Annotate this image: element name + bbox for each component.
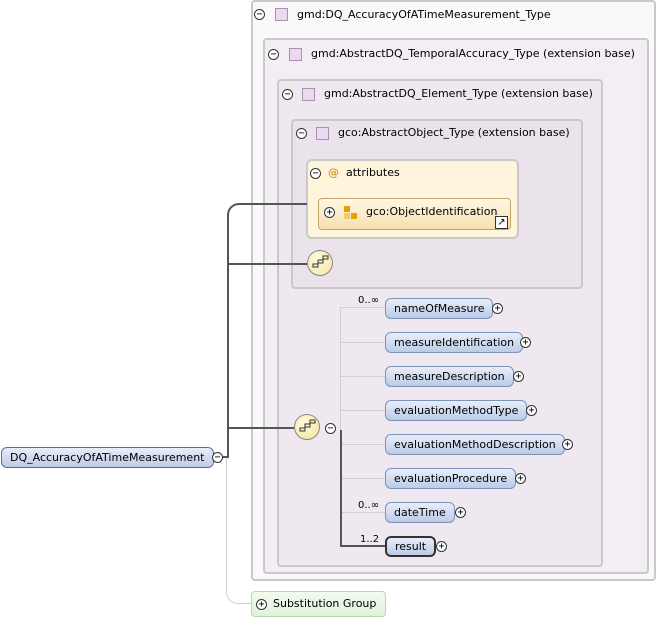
attribute-group-icon	[344, 206, 358, 219]
temporal-type-label: gmd:AbstractDQ_TemporalAccuracy_Type (ex…	[311, 47, 635, 60]
outer-type-collapse-icon[interactable]: −	[254, 9, 265, 20]
object-type-label: gco:AbstractObject_Type (extension base)	[338, 126, 570, 139]
outer-type-label: gmd:DQ_AccuracyOfATimeMeasurement_Type	[297, 8, 551, 21]
root-connector-curve	[227, 203, 307, 217]
element-type-collapse-icon[interactable]: −	[282, 89, 293, 100]
expand-icon[interactable]: +	[513, 371, 524, 382]
sequence-icon[interactable]	[294, 414, 320, 440]
connector	[340, 307, 385, 308]
object-type-square-icon	[316, 127, 329, 140]
attribute-group-expand-icon[interactable]: +	[324, 207, 335, 218]
attributes-collapse-icon[interactable]: −	[310, 168, 321, 179]
element-evaluationMethodDescription[interactable]: evaluationMethodDescription	[385, 434, 565, 455]
attributes-at-icon: @	[328, 166, 339, 179]
object-sequence-icon[interactable]	[307, 250, 333, 276]
outer-type-square-icon	[275, 8, 288, 21]
expand-icon[interactable]: +	[526, 405, 537, 416]
attribute-group-label: gco:ObjectIdentification	[366, 205, 498, 218]
root-connector	[227, 427, 294, 429]
occurs-label: 0..∞	[358, 500, 380, 511]
connector	[340, 376, 385, 377]
occurs-label: 0..∞	[358, 295, 380, 306]
object-type-collapse-icon[interactable]: −	[296, 128, 307, 139]
required-connector	[340, 545, 385, 547]
substitution-group-label: Substitution Group	[273, 597, 377, 610]
temporal-type-square-icon	[289, 48, 302, 61]
expand-icon[interactable]: +	[562, 439, 573, 450]
link-arrow-icon[interactable]: ↗	[495, 216, 508, 229]
root-connector	[227, 263, 307, 265]
root-collapse-icon[interactable]: −	[212, 452, 223, 463]
root-connector	[227, 215, 229, 457]
connector	[340, 410, 385, 411]
element-type-label: gmd:AbstractDQ_Element_Type (extension b…	[324, 87, 593, 100]
expand-icon[interactable]: +	[436, 541, 447, 552]
expand-icon[interactable]: +	[455, 507, 466, 518]
substitution-expand-icon[interactable]: +	[256, 599, 267, 610]
occurs-label: 1..2	[360, 534, 380, 545]
sequence-collapse-icon[interactable]: −	[325, 423, 336, 434]
element-dateTime[interactable]: dateTime	[385, 502, 455, 523]
element-measureIdentification[interactable]: measureIdentification	[385, 332, 524, 353]
connector	[340, 444, 385, 445]
substitution-connector	[226, 458, 252, 604]
temporal-type-collapse-icon[interactable]: −	[268, 49, 279, 60]
connector	[340, 342, 385, 343]
element-nameOfMeasure[interactable]: nameOfMeasure	[385, 298, 494, 319]
connector	[340, 512, 385, 513]
root-element[interactable]: DQ_AccuracyOfATimeMeasurement	[1, 447, 214, 468]
expand-icon[interactable]: +	[520, 337, 531, 348]
element-measureDescription[interactable]: measureDescription	[385, 366, 514, 387]
element-evaluationMethodType[interactable]: evaluationMethodType	[385, 400, 528, 421]
element-evaluationProcedure[interactable]: evaluationProcedure	[385, 468, 517, 489]
element-type-square-icon	[302, 88, 315, 101]
expand-icon[interactable]: +	[515, 473, 526, 484]
element-result[interactable]: result	[385, 536, 437, 557]
required-connector	[340, 430, 342, 546]
attributes-label: attributes	[346, 166, 400, 179]
connector	[340, 478, 385, 479]
expand-icon[interactable]: +	[492, 303, 503, 314]
